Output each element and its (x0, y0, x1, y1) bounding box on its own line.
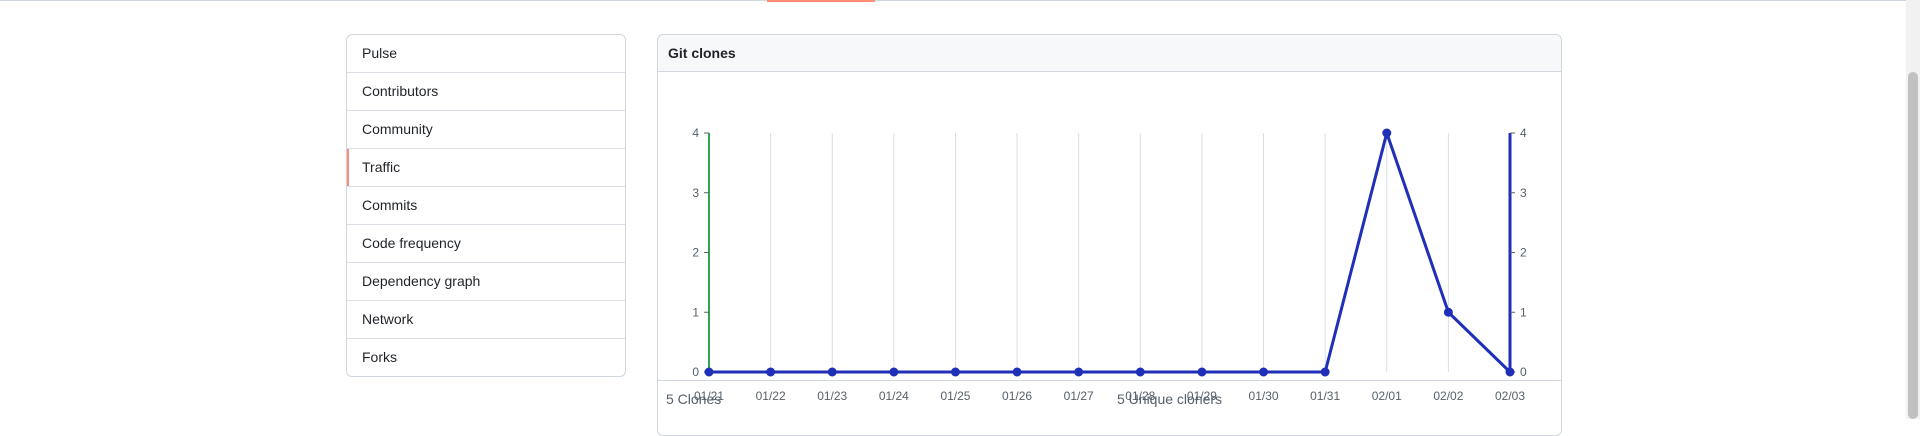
git-clones-chart-area: 0 0 1 1 2 2 3 3 4 4 01/21 01/22 01/23 01/24 01/25 01/26… (658, 72, 1561, 417)
menu-item-network[interactable]: Network (347, 300, 625, 338)
y-tick-label-left: 4 (692, 126, 699, 140)
menu-item-dependency-graph[interactable]: Dependency graph (347, 262, 625, 300)
y-tick-label-right: 1 (1520, 305, 1527, 319)
menu-item-community[interactable]: Community (347, 110, 625, 148)
y-tick-label-left: 1 (692, 305, 699, 319)
page-scrollbar-thumb[interactable] (1908, 72, 1918, 419)
insights-menu: Pulse Contributors Community Traffic Com… (346, 34, 626, 377)
git-clones-title: Git clones (658, 35, 1561, 72)
top-nav-border (0, 0, 1920, 1)
data-point (1505, 367, 1515, 377)
menu-item-contributors[interactable]: Contributors (347, 72, 625, 110)
menu-item-code-frequency[interactable]: Code frequency (347, 224, 625, 262)
menu-item-forks[interactable]: Forks (347, 338, 625, 376)
data-point (1382, 128, 1392, 138)
data-point (827, 367, 837, 377)
data-point (1074, 367, 1084, 377)
y-tick-label-right: 2 (1520, 246, 1527, 260)
data-point (1320, 367, 1330, 377)
data-point (889, 367, 899, 377)
data-point (1259, 367, 1269, 377)
page-scrollbar[interactable] (1906, 0, 1920, 419)
menu-item-traffic[interactable]: Traffic (347, 148, 625, 186)
git-clones-panel: Git clones 0 0 1 1 2 2 3 3 4 4 01/21 01/22 01/23 01/2… (657, 34, 1562, 436)
data-point (1012, 367, 1022, 377)
data-point (950, 367, 960, 377)
data-point (1135, 367, 1145, 377)
series-line (709, 131, 1512, 374)
menu-item-commits[interactable]: Commits (347, 186, 625, 224)
unique-cloners-count: 5 Unique cloners (1117, 391, 1223, 407)
y-tick-label-right: 0 (1520, 365, 1527, 379)
clone-stats: 5 Clones 5 Unique cloners (658, 380, 1561, 436)
data-point (1197, 367, 1207, 377)
git-clones-chart: 0 01 12 23 34 401/21 01/22 01/23 01/24 01/25 01/26… (692, 126, 1527, 403)
clones-count: 5 Clones (666, 391, 722, 407)
y-tick-label-left: 0 (692, 365, 699, 379)
y-tick-label-right: 3 (1520, 186, 1527, 200)
data-point (704, 367, 714, 377)
active-tab-underline (767, 0, 875, 2)
data-point (1443, 307, 1453, 317)
y-tick-label-left: 3 (692, 186, 699, 200)
menu-item-pulse[interactable]: Pulse (347, 35, 625, 72)
y-tick-label-right: 4 (1520, 126, 1527, 140)
data-point (766, 367, 776, 377)
y-tick-label-left: 2 (692, 246, 699, 260)
